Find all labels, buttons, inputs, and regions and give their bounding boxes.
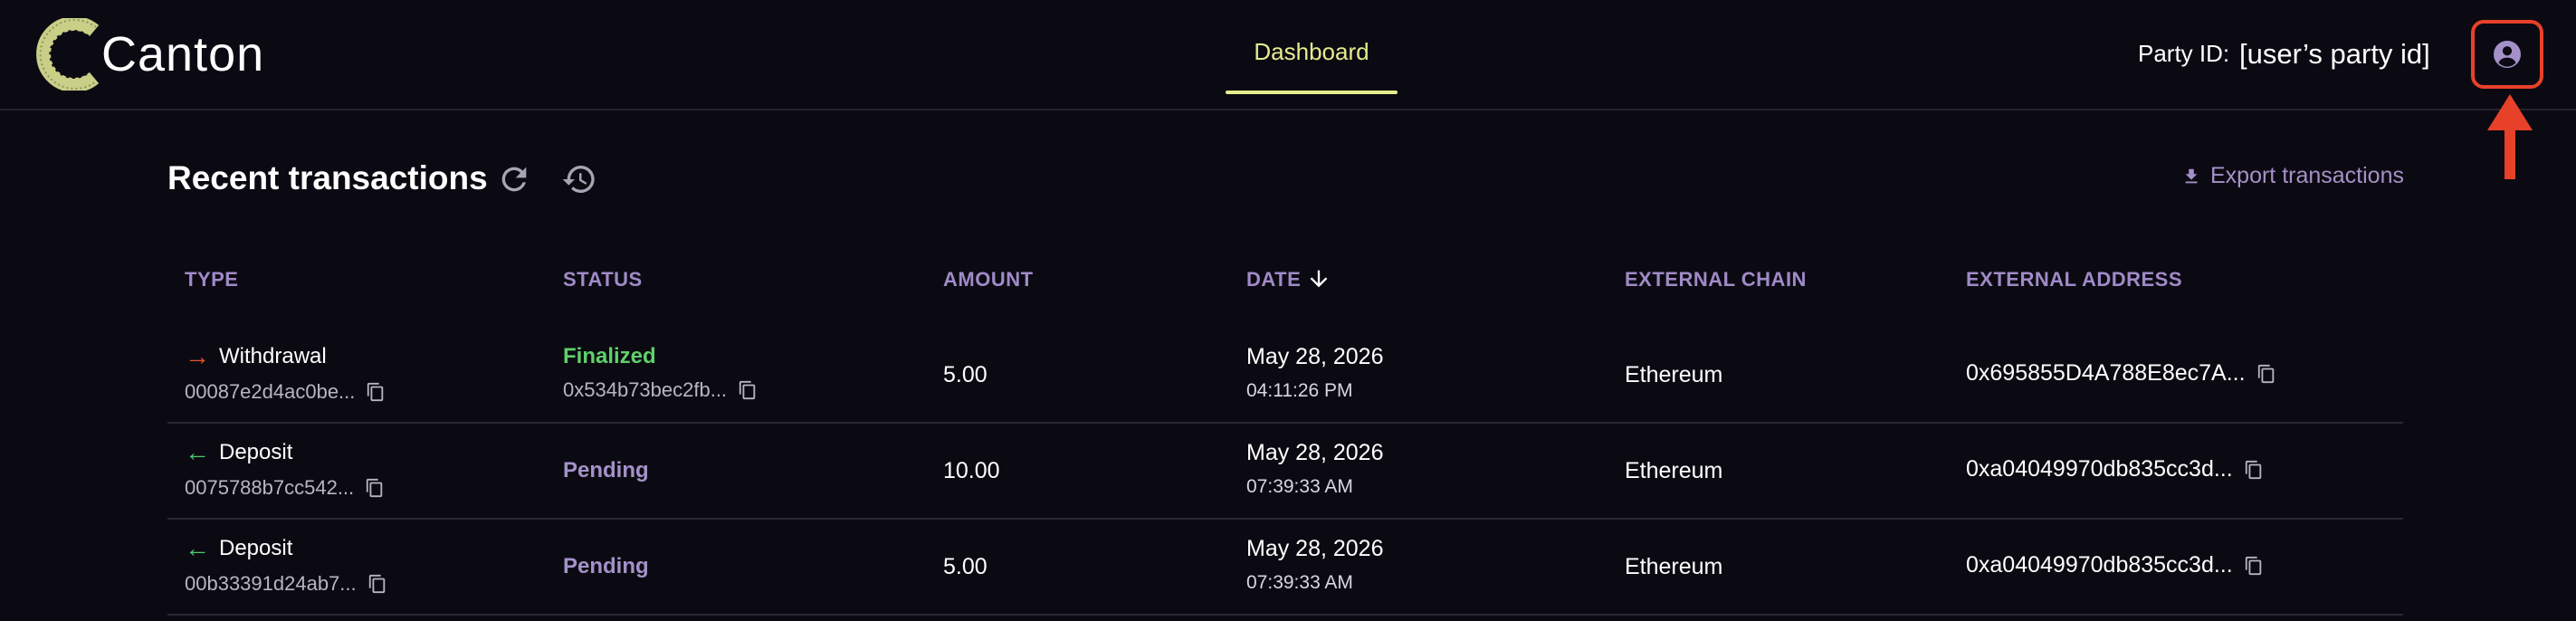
history-icon: [562, 166, 595, 193]
arrow-right-icon: →: [185, 342, 210, 370]
export-transactions-label: Export transactions: [2210, 163, 2404, 188]
status-hash-text: 0x534b73bec2fb...: [563, 378, 728, 401]
annotation-arrow-icon: [2487, 94, 2533, 179]
profile-button[interactable]: [2471, 20, 2543, 89]
transaction-id: 00087e2d4ac0be...: [185, 380, 386, 404]
transaction-id-text: 00b33391d24ab7...: [185, 572, 357, 595]
section-title: Recent transactions: [167, 159, 488, 196]
time-value: 07:39:33 AM: [1246, 572, 1353, 593]
sort-descending-icon[interactable]: [1306, 266, 1331, 291]
column-header-amount[interactable]: AMOUNT: [943, 268, 1034, 291]
column-header-type[interactable]: TYPE: [185, 268, 238, 291]
amount-value: 5.00: [943, 554, 987, 579]
external-address-text: 0xa04049970db835cc3d...: [1966, 552, 2233, 578]
table-row[interactable]: ← Deposit 00b33391d24ab7... Pending 5.00…: [167, 520, 2403, 616]
party-id-label: Party ID:: [2138, 40, 2230, 67]
refresh-icon: [501, 167, 527, 192]
date-value: May 28, 2026: [1246, 344, 1384, 369]
status-transaction-hash: 0x534b73bec2fb...: [563, 378, 758, 402]
type-cell: ← Deposit: [185, 440, 292, 465]
external-address: 0xa04049970db835cc3d...: [1966, 552, 2264, 578]
page: Canton Dashboard Party ID: [user’s party…: [0, 0, 2576, 621]
status-badge: Finalized: [563, 344, 656, 368]
column-header-external-chain[interactable]: EXTERNAL CHAIN: [1625, 268, 1807, 291]
copy-icon[interactable]: [366, 382, 386, 402]
canton-logo-icon: [36, 18, 100, 91]
copy-icon[interactable]: [367, 574, 387, 594]
transaction-id-text: 0075788b7cc542...: [185, 476, 355, 499]
download-icon: [2185, 168, 2198, 183]
top-bar: Canton Dashboard Party ID: [user’s party…: [0, 0, 2576, 110]
arrow-left-icon: ←: [185, 438, 210, 466]
date-value: May 28, 2026: [1246, 536, 1384, 561]
time-value: 04:11:26 PM: [1246, 380, 1353, 401]
column-header-status[interactable]: STATUS: [563, 268, 643, 291]
table-row[interactable]: ← Deposit 0075788b7cc542... Pending 10.0…: [167, 424, 2403, 520]
refresh-button[interactable]: [496, 161, 532, 197]
date-value: May 28, 2026: [1246, 440, 1384, 465]
transaction-id-text: 00087e2d4ac0be...: [185, 380, 356, 403]
copy-icon[interactable]: [2244, 460, 2264, 480]
history-button[interactable]: [561, 161, 597, 197]
column-header-date[interactable]: DATE: [1246, 268, 1301, 291]
external-address-text: 0x695855D4A788E8ec7A...: [1966, 360, 2246, 386]
amount-value: 10.00: [943, 458, 1000, 483]
external-address: 0xa04049970db835cc3d...: [1966, 456, 2264, 482]
active-tab-indicator: [1226, 91, 1398, 94]
column-header-external-address[interactable]: EXTERNAL ADDRESS: [1966, 268, 2182, 291]
external-chain-value: Ethereum: [1625, 458, 1723, 483]
copy-icon[interactable]: [2244, 556, 2264, 576]
export-transactions-button[interactable]: Export transactions: [2181, 163, 2404, 189]
type-label: Withdrawal: [219, 344, 327, 368]
brand-name: Canton: [101, 27, 265, 81]
tab-dashboard-label: Dashboard: [1254, 38, 1369, 65]
tab-dashboard[interactable]: Dashboard: [1226, 0, 1398, 96]
type-label: Deposit: [219, 440, 293, 464]
account-circle-icon: [2494, 41, 2521, 68]
external-address: 0x695855D4A788E8ec7A...: [1966, 360, 2276, 387]
status-badge: Pending: [563, 554, 649, 578]
type-label: Deposit: [219, 536, 293, 560]
party-id-value: [user’s party id]: [2239, 38, 2430, 70]
copy-icon[interactable]: [2256, 364, 2276, 384]
amount-value: 5.00: [943, 362, 987, 387]
transaction-id: 0075788b7cc542...: [185, 476, 385, 500]
external-chain-value: Ethereum: [1625, 362, 1723, 387]
transaction-id: 00b33391d24ab7...: [185, 572, 387, 596]
copy-icon[interactable]: [738, 380, 758, 400]
time-value: 07:39:33 AM: [1246, 476, 1353, 497]
external-address-text: 0xa04049970db835cc3d...: [1966, 456, 2233, 482]
external-chain-value: Ethereum: [1625, 554, 1723, 579]
status-badge: Pending: [563, 458, 649, 482]
arrow-left-icon: ←: [185, 534, 210, 562]
type-cell: ← Deposit: [185, 536, 292, 561]
copy-icon[interactable]: [365, 478, 385, 498]
table-row[interactable]: → Withdrawal 00087e2d4ac0be... Finalized…: [167, 328, 2403, 424]
type-cell: → Withdrawal: [185, 344, 327, 369]
